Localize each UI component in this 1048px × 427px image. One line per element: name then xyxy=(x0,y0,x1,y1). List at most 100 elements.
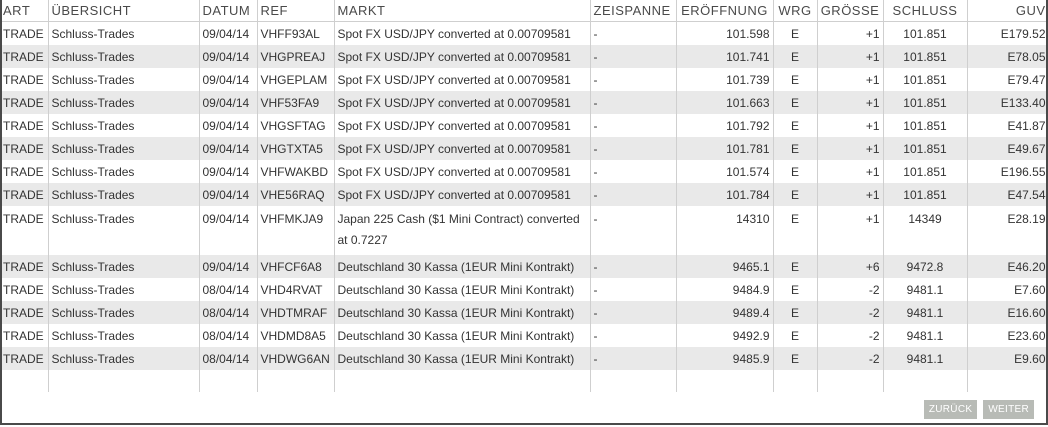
cell-groesse: +1 xyxy=(817,114,884,137)
cell-datum: 09/04/14 xyxy=(199,206,258,255)
cell-art: TRADE xyxy=(2,255,49,278)
table-row: TRADE Schluss-Trades 09/04/14 VHGEPLAM Spot … xyxy=(2,68,1046,91)
cell-markt: Spot FX USD/JPY converted at 0.00709581 xyxy=(334,137,591,160)
cell-schluss: 14349 xyxy=(883,206,968,255)
column-header-art[interactable]: ART xyxy=(2,0,49,22)
cell-groesse: +1 xyxy=(817,45,884,68)
cell-schluss: 9481.1 xyxy=(883,347,968,370)
cell-wrg: E xyxy=(773,301,818,324)
trades-panel: ART ÜBERSICHT DATUM REF MARKT ZEISPANNE … xyxy=(0,0,1048,425)
cell-schluss: 9481.1 xyxy=(883,301,968,324)
cell-eroeffnung: 101.739 xyxy=(676,68,774,91)
cell-schluss: 101.851 xyxy=(883,114,968,137)
empty-cell xyxy=(590,370,677,392)
column-header-datum[interactable]: DATUM xyxy=(199,0,258,22)
cell-ref: VHE56RAQ xyxy=(257,183,335,206)
cell-groesse: -2 xyxy=(817,301,884,324)
cell-ref: VHFWAKBD xyxy=(257,160,335,183)
table-body: TRADE Schluss-Trades 09/04/14 VHFF93AL Spot … xyxy=(2,21,1046,392)
cell-ref: VHDMD8A5 xyxy=(257,324,335,347)
cell-datum: 09/04/14 xyxy=(199,68,258,91)
cell-zeispanne: - xyxy=(590,183,677,206)
cell-datum: 09/04/14 xyxy=(199,137,258,160)
cell-datum: 08/04/14 xyxy=(199,347,258,370)
cell-wrg: E xyxy=(773,137,818,160)
empty-cell xyxy=(676,370,774,392)
cell-guv: E133.40 xyxy=(967,91,1046,114)
cell-groesse: -2 xyxy=(817,324,884,347)
next-button[interactable]: WEITER xyxy=(983,400,1034,419)
column-header-uebersicht[interactable]: ÜBERSICHT xyxy=(48,0,200,22)
cell-eroeffnung: 9489.4 xyxy=(676,301,774,324)
column-header-wrg[interactable]: WRG xyxy=(773,0,818,22)
table-row: TRADE Schluss-Trades 09/04/14 VHFCF6A8 Deuts… xyxy=(2,255,1046,278)
cell-guv: E16.60 xyxy=(967,301,1046,324)
empty-cell xyxy=(817,370,884,392)
cell-uebersicht: Schluss-Trades xyxy=(48,45,200,68)
table-row: TRADE Schluss-Trades 08/04/14 VHDMD8A5 Deuts… xyxy=(2,324,1046,347)
cell-guv: E23.60 xyxy=(967,324,1046,347)
cell-groesse: +1 xyxy=(817,206,884,255)
cell-eroeffnung: 101.792 xyxy=(676,114,774,137)
column-header-markt[interactable]: MARKT xyxy=(334,0,591,22)
cell-wrg: E xyxy=(773,160,818,183)
table-row: TRADE Schluss-Trades 09/04/14 VHFWAKBD Spot … xyxy=(2,160,1046,183)
empty-cell xyxy=(2,370,49,392)
cell-groesse: +1 xyxy=(817,68,884,91)
cell-zeispanne: - xyxy=(590,45,677,68)
table-row: TRADE Schluss-Trades 09/04/14 VHFMKJA9 Japan… xyxy=(2,206,1046,255)
cell-ref: VHGTXTA5 xyxy=(257,137,335,160)
cell-zeispanne: - xyxy=(590,206,677,255)
cell-wrg: E xyxy=(773,278,818,301)
cell-ref: VHGEPLAM xyxy=(257,68,335,91)
cell-datum: 09/04/14 xyxy=(199,114,258,137)
cell-art: TRADE xyxy=(2,347,49,370)
cell-datum: 08/04/14 xyxy=(199,324,258,347)
back-button[interactable]: ZURÜCK xyxy=(923,400,978,419)
cell-schluss: 9472.8 xyxy=(883,255,968,278)
cell-art: TRADE xyxy=(2,206,49,255)
column-header-guv[interactable]: GUV xyxy=(967,0,1046,22)
column-header-eroeffnung[interactable]: ERÖFFNUNG xyxy=(676,0,774,22)
cell-schluss: 101.851 xyxy=(883,183,968,206)
cell-groesse: +1 xyxy=(817,183,884,206)
column-header-zeispanne[interactable]: ZEISPANNE xyxy=(590,0,677,22)
table-row: TRADE Schluss-Trades 09/04/14 VHE56RAQ Spot … xyxy=(2,183,1046,206)
cell-schluss: 9481.1 xyxy=(883,324,968,347)
cell-ref: VHFF93AL xyxy=(257,21,335,45)
cell-uebersicht: Schluss-Trades xyxy=(48,91,200,114)
cell-markt: Spot FX USD/JPY converted at 0.00709581 xyxy=(334,21,591,45)
table-row: TRADE Schluss-Trades 08/04/14 VHDWG6AN Deuts… xyxy=(2,347,1046,370)
cell-zeispanne: - xyxy=(590,324,677,347)
cell-ref: VHD4RVAT xyxy=(257,278,335,301)
cell-guv: E79.47 xyxy=(967,68,1046,91)
cell-art: TRADE xyxy=(2,68,49,91)
cell-schluss: 101.851 xyxy=(883,68,968,91)
column-header-groesse[interactable]: GRÖSSE xyxy=(817,0,884,22)
cell-markt: Japan 225 Cash ($1 Mini Contract) conver… xyxy=(334,206,591,255)
cell-eroeffnung: 9465.1 xyxy=(676,255,774,278)
cell-schluss: 101.851 xyxy=(883,21,968,45)
cell-wrg: E xyxy=(773,45,818,68)
cell-markt: Spot FX USD/JPY converted at 0.00709581 xyxy=(334,91,591,114)
cell-eroeffnung: 9485.9 xyxy=(676,347,774,370)
cell-wrg: E xyxy=(773,114,818,137)
cell-schluss: 9481.1 xyxy=(883,278,968,301)
cell-guv: E46.20 xyxy=(967,255,1046,278)
cell-zeispanne: - xyxy=(590,278,677,301)
cell-eroeffnung: 14310 xyxy=(676,206,774,255)
table-header-row: ART ÜBERSICHT DATUM REF MARKT ZEISPANNE … xyxy=(2,0,1046,22)
cell-zeispanne: - xyxy=(590,91,677,114)
cell-groesse: -2 xyxy=(817,347,884,370)
cell-wrg: E xyxy=(773,324,818,347)
cell-ref: VHFMKJA9 xyxy=(257,206,335,255)
cell-zeispanne: - xyxy=(590,255,677,278)
cell-wrg: E xyxy=(773,206,818,255)
empty-cell xyxy=(48,370,200,392)
cell-eroeffnung: 9484.9 xyxy=(676,278,774,301)
cell-markt: Deutschland 30 Kassa (1EUR Mini Kontrakt… xyxy=(334,278,591,301)
cell-art: TRADE xyxy=(2,21,49,45)
column-header-schluss[interactable]: SCHLUSS xyxy=(883,0,968,22)
cell-zeispanne: - xyxy=(590,160,677,183)
column-header-ref[interactable]: REF xyxy=(257,0,335,22)
